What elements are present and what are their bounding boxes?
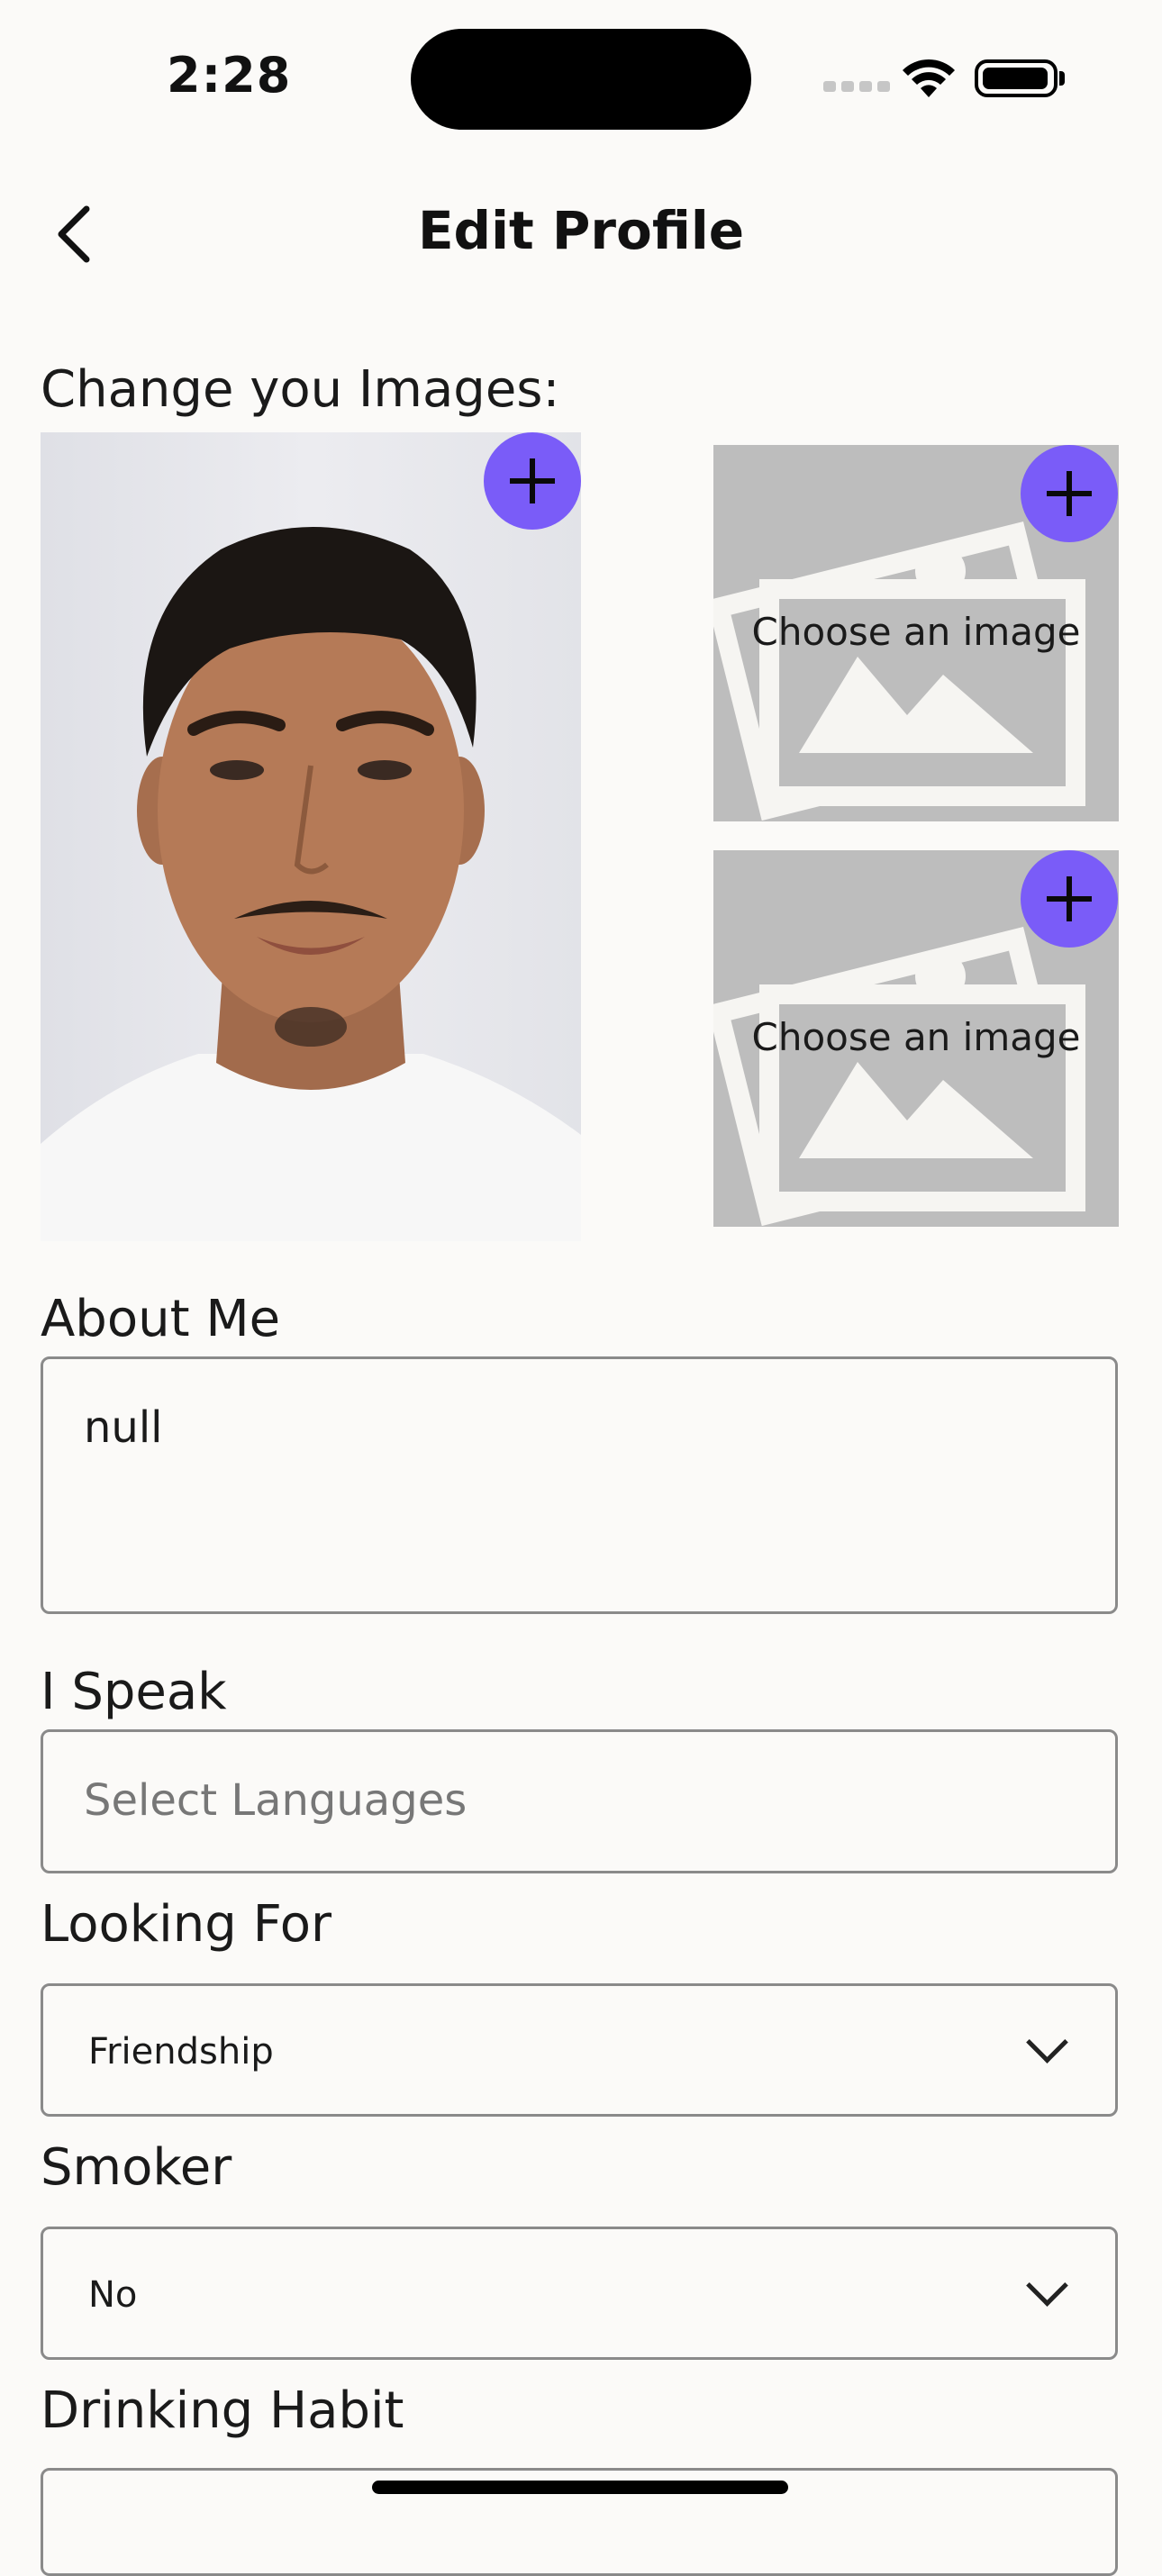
about-me-label: About Me — [41, 1290, 281, 1348]
wifi-icon — [901, 58, 957, 101]
main-profile-photo[interactable] — [41, 432, 581, 1241]
back-button[interactable] — [50, 202, 104, 267]
about-me-textarea[interactable]: null — [41, 1356, 1118, 1614]
home-indicator[interactable] — [372, 2481, 788, 2494]
looking-for-dropdown[interactable]: Friendship — [41, 1983, 1118, 2117]
chevron-left-icon — [58, 205, 90, 263]
chevron-down-icon — [1026, 2021, 1068, 2064]
chevron-down-icon — [1026, 2264, 1068, 2307]
dynamic-island — [411, 29, 751, 130]
images-section-label: Change you Images: — [41, 360, 560, 419]
slot-placeholder-text: Choose an image — [751, 1015, 1081, 1059]
status-time: 2:28 — [167, 47, 292, 104]
profile-photo-image — [41, 432, 581, 1241]
looking-for-label: Looking For — [41, 1895, 332, 1954]
add-image-slot-2-button[interactable] — [1021, 850, 1118, 948]
add-image-slot-1-button[interactable] — [1021, 445, 1118, 542]
battery-icon — [975, 59, 1058, 97]
languages-select[interactable]: Select Languages — [41, 1729, 1118, 1873]
battery-tip — [1059, 71, 1065, 86]
drinking-habit-label: Drinking Habit — [41, 2381, 404, 2440]
languages-placeholder: Select Languages — [84, 1775, 468, 1826]
smoker-label: Smoker — [41, 2138, 232, 2197]
smoker-dropdown[interactable]: No — [41, 2227, 1118, 2360]
looking-for-value: Friendship — [88, 2031, 274, 2073]
smoker-value: No — [88, 2274, 138, 2316]
add-main-photo-button[interactable] — [484, 432, 581, 530]
about-me-value: null — [84, 1402, 163, 1453]
page-title: Edit Profile — [417, 200, 745, 261]
slot-placeholder-text: Choose an image — [751, 610, 1081, 654]
i-speak-label: I Speak — [41, 1663, 227, 1721]
